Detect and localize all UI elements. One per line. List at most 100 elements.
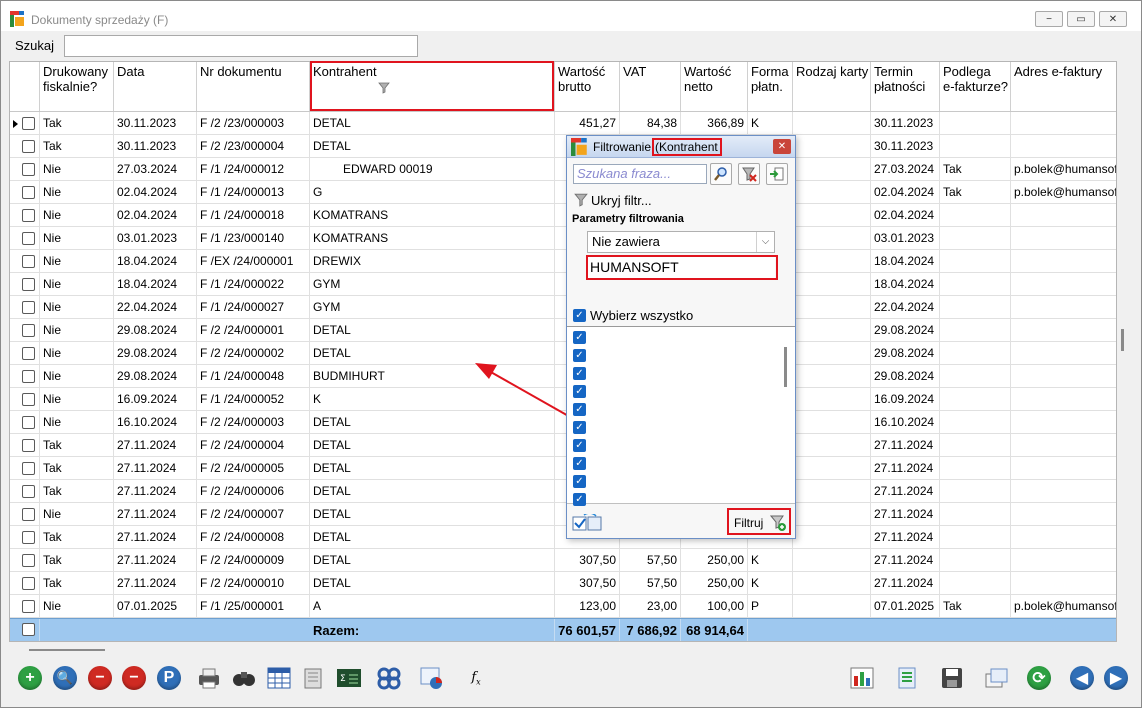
- filter-list-scrollbar[interactable]: [784, 347, 787, 387]
- row-checkbox[interactable]: [22, 485, 35, 498]
- row-checkbox[interactable]: [22, 163, 35, 176]
- row-checkbox[interactable]: [22, 439, 35, 452]
- row-checkbox[interactable]: [22, 462, 35, 475]
- header-select-col[interactable]: [10, 62, 40, 111]
- table-row[interactable]: Tak 27.11.2024 F /2 /24/000009 DETAL 307,50 5…: [10, 549, 1116, 572]
- row-checkbox[interactable]: [22, 209, 35, 222]
- filter-value-checkbox[interactable]: ✓: [573, 403, 586, 416]
- row-checkbox[interactable]: [22, 324, 35, 337]
- table-row[interactable]: Nie 29.08.2024 F /2 /24/000002 DETAL 29.08.2…: [10, 342, 1116, 365]
- table-row[interactable]: Nie 16.10.2024 F /2 /24/000003 DETAL 16.10.2…: [10, 411, 1116, 434]
- maximize-button[interactable]: ▭: [1067, 11, 1095, 27]
- row-checkbox[interactable]: [22, 370, 35, 383]
- row-checkbox[interactable]: [22, 577, 35, 590]
- filter-value-checkbox[interactable]: ✓: [573, 493, 586, 506]
- document-icon[interactable]: [894, 665, 920, 691]
- table-icon[interactable]: [266, 665, 292, 691]
- table-row[interactable]: Tak 30.11.2023 F /2 /23/000003 DETAL 451,27 8…: [10, 112, 1116, 135]
- header-card-type-col[interactable]: Rodzaj karty: [793, 62, 871, 111]
- row-checkbox[interactable]: [22, 301, 35, 314]
- save-icon[interactable]: [939, 665, 965, 691]
- header-printed-col[interactable]: Drukowany fiskalnie?: [40, 62, 114, 111]
- post-icon[interactable]: P: [156, 665, 182, 691]
- filter-value-checkbox[interactable]: ✓: [573, 421, 586, 434]
- prev-icon[interactable]: ◀: [1069, 665, 1095, 691]
- table-row[interactable]: Nie 07.01.2025 F /1 /25/000001 A 123,00 23,00…: [10, 595, 1116, 618]
- formula-icon[interactable]: fx: [463, 665, 489, 691]
- filter-value-checkbox[interactable]: ✓: [573, 349, 586, 362]
- row-checkbox[interactable]: [22, 531, 35, 544]
- row-checkbox[interactable]: [22, 186, 35, 199]
- row-checkbox[interactable]: [22, 232, 35, 245]
- row-checkbox[interactable]: [22, 393, 35, 406]
- report-icon[interactable]: [849, 665, 875, 691]
- horizontal-scrollbar[interactable]: [29, 649, 105, 651]
- next-icon[interactable]: ▶: [1103, 665, 1129, 691]
- filter-value-checkbox[interactable]: ✓: [573, 367, 586, 380]
- search-input[interactable]: [64, 35, 418, 57]
- header-vat-col[interactable]: VAT: [620, 62, 681, 111]
- table-row[interactable]: Nie 02.04.2024 F /1 /24/000018 KOMATRANS 02.…: [10, 204, 1116, 227]
- header-einvoice-col[interactable]: Podlega e-fakturze?: [940, 62, 1011, 111]
- table-row[interactable]: Tak 27.11.2024 F /2 /24/000010 DETAL 307,50 5…: [10, 572, 1116, 595]
- filter-condition-select[interactable]: Nie zawiera ⌵: [587, 231, 775, 253]
- header-net-col[interactable]: Wartość netto: [681, 62, 748, 111]
- minimize-button[interactable]: −: [1035, 11, 1063, 27]
- row-checkbox[interactable]: [22, 600, 35, 613]
- chart-icon[interactable]: [419, 665, 445, 691]
- filter-value-checkbox[interactable]: ✓: [573, 457, 586, 470]
- hide-filter-link[interactable]: Ukryj filtr...: [591, 193, 652, 208]
- table-row[interactable]: Tak 27.11.2024 F /2 /24/000006 DETAL 27.11.2…: [10, 480, 1116, 503]
- table-row[interactable]: Tak 30.11.2023 F /2 /23/000004 DETAL 30.11.2…: [10, 135, 1116, 158]
- header-einvoice-address-col[interactable]: Adres e-faktury: [1011, 62, 1116, 111]
- header-due-date-col[interactable]: Termin płatności: [871, 62, 940, 111]
- filter-value-checkbox[interactable]: ✓: [573, 439, 586, 452]
- header-doc-number-col[interactable]: Nr dokumentu: [197, 62, 310, 111]
- filter-value-checkbox[interactable]: ✓: [573, 475, 586, 488]
- table-row[interactable]: Nie 16.09.2024 F /1 /24/000052 K 16.09.2024: [10, 388, 1116, 411]
- delete-icon[interactable]: −: [87, 665, 113, 691]
- filter-dialog-close-icon[interactable]: ✕: [773, 139, 791, 154]
- refresh-icon[interactable]: ⟳: [1026, 665, 1052, 691]
- cancel-icon[interactable]: −: [121, 665, 147, 691]
- table-row[interactable]: Nie 29.08.2024 F /2 /24/000001 DETAL 29.08.2…: [10, 319, 1116, 342]
- filter-search-button[interactable]: [710, 163, 732, 185]
- print-icon[interactable]: [196, 665, 222, 691]
- table-row[interactable]: Nie 29.08.2024 F /1 /24/000048 BUDMIHURT 29.…: [10, 365, 1116, 388]
- header-gross-col[interactable]: Wartość brutto: [555, 62, 620, 111]
- table-row[interactable]: Nie 03.01.2023 F /1 /23/000140 KOMATRANS 03.…: [10, 227, 1116, 250]
- filter-search-input[interactable]: Szukana fraza...: [573, 164, 707, 184]
- table-row[interactable]: Nie 02.04.2024 F /1 /24/000013 G 02.04.2024 T…: [10, 181, 1116, 204]
- table-row[interactable]: Nie 18.04.2024 F /1 /24/000022 GYM 18.04.202…: [10, 273, 1116, 296]
- close-button[interactable]: ✕: [1099, 11, 1127, 27]
- table-row[interactable]: Nie 18.04.2024 F /EX /24/000001 DREWIX 18.04…: [10, 250, 1116, 273]
- table-row[interactable]: Nie 22.04.2024 F /1 /24/000027 GYM 22.04.202…: [10, 296, 1116, 319]
- add-icon[interactable]: +: [17, 665, 43, 691]
- select-all-checkbox[interactable]: ✓: [573, 309, 586, 322]
- windows-icon[interactable]: [984, 665, 1010, 691]
- row-checkbox[interactable]: [22, 347, 35, 360]
- filter-clear-button[interactable]: [738, 163, 760, 185]
- table-row[interactable]: Tak 27.11.2024 F /2 /24/000004 DETAL 27.11.2…: [10, 434, 1116, 457]
- table-row[interactable]: Tak 27.11.2024 F /2 /24/000005 DETAL 27.11.2…: [10, 457, 1116, 480]
- row-checkbox[interactable]: [22, 255, 35, 268]
- header-date-col[interactable]: Data: [114, 62, 197, 111]
- vertical-scrollbar[interactable]: [1121, 329, 1124, 351]
- row-checkbox[interactable]: [22, 508, 35, 521]
- table-row[interactable]: Tak 27.11.2024 F /2 /24/000008 DETAL 27.11.2…: [10, 526, 1116, 549]
- filter-export-button[interactable]: [766, 163, 788, 185]
- row-checkbox[interactable]: [22, 117, 35, 130]
- export-icon[interactable]: [301, 665, 327, 691]
- settings-icon[interactable]: [376, 665, 402, 691]
- calc-icon[interactable]: Σ: [336, 665, 362, 691]
- find-icon[interactable]: [231, 665, 257, 691]
- filter-value-checkbox[interactable]: ✓: [573, 331, 586, 344]
- row-checkbox[interactable]: [22, 140, 35, 153]
- preview-icon[interactable]: 🔍: [52, 665, 78, 691]
- row-checkbox[interactable]: [22, 278, 35, 291]
- table-row[interactable]: Nie 27.03.2024 F /1 /24/000012 EDWARD 00019…: [10, 158, 1116, 181]
- filter-value-checkbox[interactable]: ✓: [573, 385, 586, 398]
- row-checkbox[interactable]: [22, 554, 35, 567]
- header-payment-form-col[interactable]: Forma płatn.: [748, 62, 793, 111]
- table-row[interactable]: Nie 27.11.2024 F /2 /24/000007 DETAL 27.11.2…: [10, 503, 1116, 526]
